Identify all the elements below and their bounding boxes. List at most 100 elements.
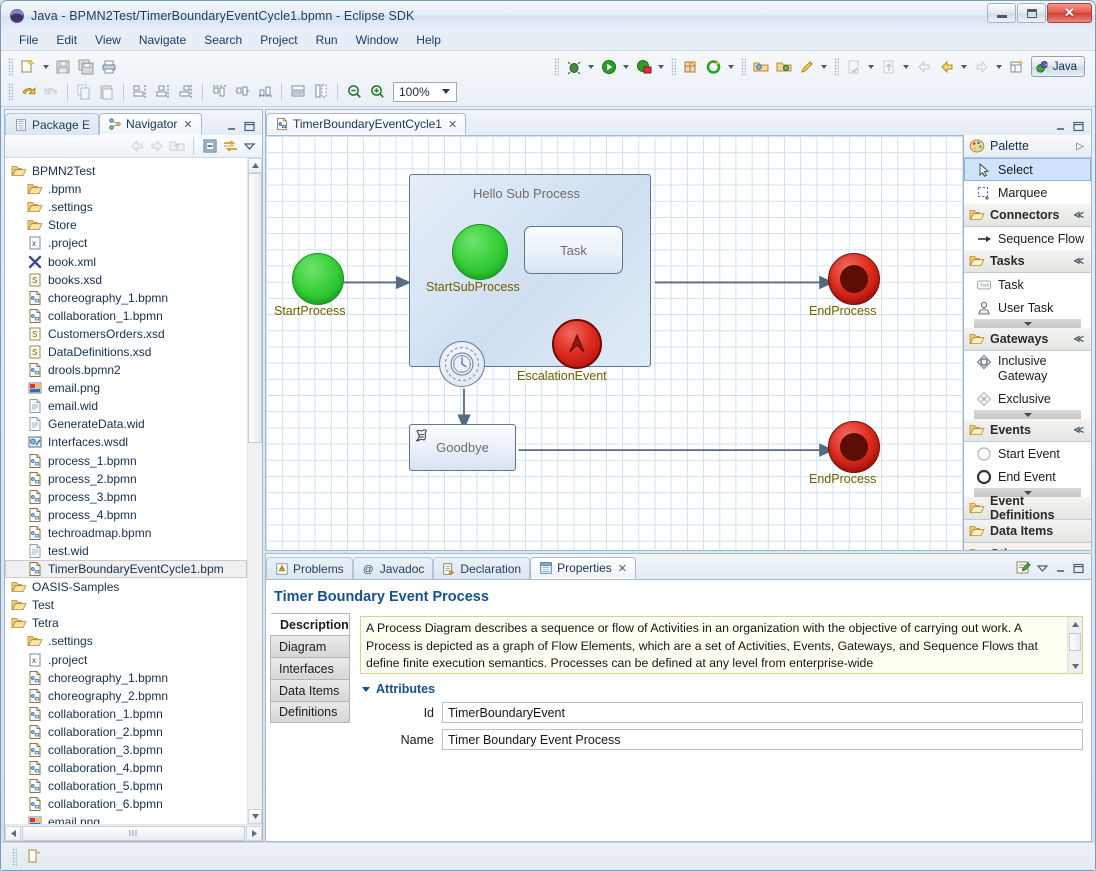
collapse-all-icon[interactable] — [202, 138, 218, 154]
menu-edit[interactable]: Edit — [48, 31, 85, 49]
tab-declaration[interactable]: Declaration — [433, 557, 530, 579]
align-top-icon[interactable] — [208, 81, 230, 103]
tree-item-project[interactable]: x.project — [5, 234, 247, 252]
toolbar-grip[interactable] — [8, 58, 13, 76]
menu-help[interactable]: Help — [408, 31, 449, 49]
paste-icon[interactable] — [96, 81, 118, 103]
tree-item-bpmn2test[interactable]: BPMN2Test — [5, 162, 247, 180]
run-icon[interactable] — [598, 56, 620, 78]
name-field[interactable]: Timer Boundary Event Process — [442, 729, 1083, 750]
scroll-left-arrow[interactable] — [5, 826, 21, 841]
match-height-icon[interactable] — [287, 81, 309, 103]
up-icon[interactable] — [169, 138, 185, 154]
back-dropdown[interactable] — [959, 56, 970, 78]
tree-item-store[interactable]: Store — [5, 216, 247, 234]
align-center-icon[interactable] — [152, 81, 174, 103]
scroll-right-arrow[interactable] — [246, 826, 262, 841]
pin-properties-icon[interactable] — [1015, 560, 1031, 576]
attributes-section-header[interactable]: Attributes — [360, 674, 1083, 702]
minimize-view-icon[interactable] — [1054, 121, 1067, 132]
zoom-level-select[interactable]: 100% — [393, 82, 457, 102]
tree-item-tetra[interactable]: Tetra — [5, 614, 247, 632]
end-event-endprocess-bottom[interactable] — [828, 421, 880, 473]
perspective-java-button[interactable]: J Java — [1031, 56, 1085, 77]
palette-item-start-event[interactable]: Start Event — [964, 442, 1091, 465]
new-wizard-dropdown[interactable] — [40, 56, 51, 78]
tree-item-books-xsd[interactable]: Sbooks.xsd — [5, 271, 247, 289]
scroll-up-arrow[interactable] — [1068, 617, 1082, 631]
close-icon[interactable]: ✕ — [618, 562, 627, 575]
diagram-canvas[interactable]: Hello Sub Process StartProcess StartSubP… — [266, 135, 963, 550]
collapse-icon[interactable]: ≪ — [1074, 425, 1084, 436]
palette-drawer-connectors[interactable]: Connectors ≪ — [964, 204, 1091, 227]
redo-icon[interactable] — [40, 81, 62, 103]
back-icon[interactable] — [936, 56, 958, 78]
tab-javadoc[interactable]: @ Javadoc — [353, 557, 434, 579]
maximize-view-icon[interactable] — [1072, 563, 1085, 574]
property-tab-description[interactable]: Description — [270, 613, 350, 635]
tab-package-explorer[interactable]: Package E — [5, 113, 99, 135]
description-scrollbar[interactable] — [1067, 617, 1082, 673]
minimize-button[interactable] — [987, 3, 1016, 23]
open-resource-icon[interactable] — [773, 56, 795, 78]
view-menu-icon[interactable] — [1036, 563, 1049, 574]
zoom-out-icon[interactable] — [343, 81, 365, 103]
property-tab-interfaces[interactable]: Interfaces — [270, 657, 350, 679]
palette-drawer-gateways[interactable]: Gateways ≪ — [964, 328, 1091, 351]
zoom-in-icon[interactable] — [366, 81, 388, 103]
scroll-down-arrow[interactable] — [1068, 659, 1082, 673]
escalation-end-event[interactable] — [552, 319, 602, 369]
tree-item-generatedata-wid[interactable]: GenerateData.wid — [5, 415, 247, 433]
save-icon[interactable] — [52, 56, 74, 78]
statusbar-grip[interactable] — [12, 848, 17, 866]
align-bottom-icon[interactable] — [254, 81, 276, 103]
scroll-up-arrow[interactable] — [248, 158, 262, 173]
id-field[interactable]: TimerBoundaryEvent — [442, 702, 1083, 723]
tree-item-book-xml[interactable]: book.xml — [5, 252, 247, 270]
tree-item-drools-bpmn2[interactable]: drools.bpmn2 — [5, 361, 247, 379]
scrollbar-track[interactable] — [248, 443, 262, 809]
toolbar-grip-open[interactable] — [741, 58, 746, 76]
description-box[interactable]: A Process Diagram describes a sequence o… — [360, 616, 1083, 674]
open-perspective-icon[interactable] — [1006, 56, 1028, 78]
navigator-vertical-scrollbar[interactable] — [247, 158, 262, 824]
tree-item-collaboration-4-bpmn[interactable]: collaboration_4.bpmn — [5, 759, 247, 777]
property-tab-data-items[interactable]: Data Items — [270, 679, 350, 701]
previous-annotation-icon[interactable] — [878, 56, 900, 78]
menu-view[interactable]: View — [87, 31, 129, 49]
open-type-icon[interactable] — [750, 56, 772, 78]
forward-icon[interactable] — [971, 56, 993, 78]
tree-item-test[interactable]: Test — [5, 596, 247, 614]
last-edit-location-icon[interactable] — [913, 56, 935, 78]
palette-drawer-events[interactable]: Events ≪ — [964, 419, 1091, 442]
tree-item-bpmn[interactable]: .bpmn — [5, 180, 247, 198]
undo-icon[interactable] — [17, 81, 39, 103]
palette-item-inclusive-gateway[interactable]: Inclusive Gateway — [964, 351, 1091, 387]
scrollbar-thumb[interactable] — [248, 173, 262, 443]
task-node[interactable]: Task — [524, 226, 623, 274]
palette-scroll-down[interactable] — [974, 319, 1081, 328]
toolbar-grip-bpmn[interactable] — [671, 58, 676, 76]
tree-item-settings[interactable]: .settings — [5, 632, 247, 650]
navigator-horizontal-scrollbar[interactable] — [5, 824, 262, 841]
debug-icon[interactable] — [563, 56, 585, 78]
tree-item-interfaces-wsdl[interactable]: Interfaces.wsdl — [5, 433, 247, 451]
toolbar-grip-edit[interactable] — [8, 83, 13, 101]
minimize-view-icon[interactable] — [1054, 563, 1067, 574]
palette-item-user-task[interactable]: User Task — [964, 296, 1091, 319]
external-tools-dropdown[interactable] — [656, 56, 667, 78]
tree-item-collaboration-5-bpmn[interactable]: collaboration_5.bpmn — [5, 777, 247, 795]
tree-item-collaboration-1-bpmn[interactable]: collaboration_1.bpmn — [5, 705, 247, 723]
menu-run[interactable]: Run — [308, 31, 346, 49]
script-task-goodbye[interactable]: Goodbye — [409, 424, 516, 471]
view-menu-icon[interactable] — [243, 140, 256, 153]
collapse-icon[interactable]: ≪ — [1074, 334, 1084, 345]
palette-header[interactable]: Palette ▷ — [964, 135, 1091, 158]
forward-icon[interactable] — [149, 138, 165, 154]
tree-item-process-4-bpmn[interactable]: process_4.bpmn — [5, 506, 247, 524]
previous-annotation-dropdown[interactable] — [901, 56, 912, 78]
toolbar-grip-debug[interactable] — [554, 58, 559, 76]
palette-drawer-event-definitions[interactable]: Event Definitions — [964, 497, 1091, 520]
start-event-startsubprocess[interactable] — [452, 224, 508, 280]
align-right-icon[interactable] — [175, 81, 197, 103]
